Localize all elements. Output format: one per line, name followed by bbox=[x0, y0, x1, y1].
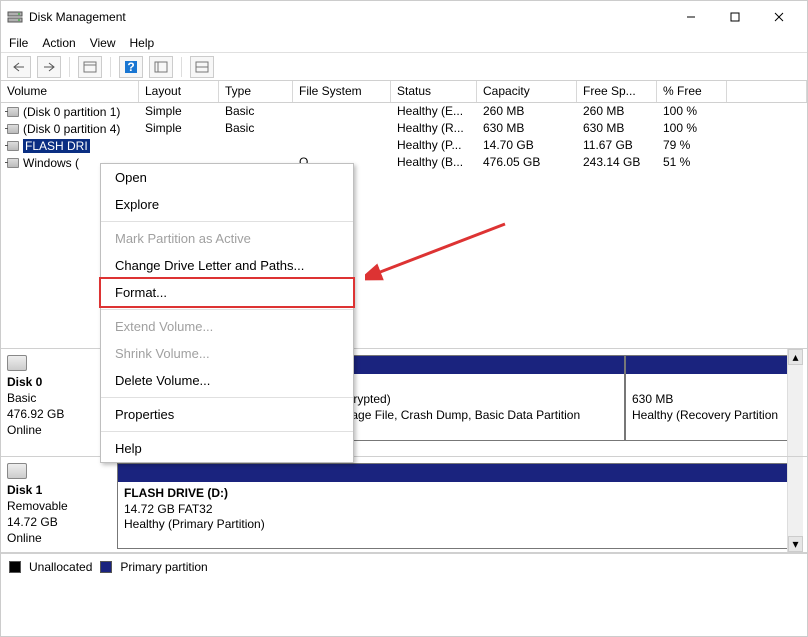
col-filesystem[interactable]: File System bbox=[293, 81, 391, 102]
ctx-delete[interactable]: Delete Volume... bbox=[101, 367, 353, 394]
scrollbar[interactable]: ▾ bbox=[787, 457, 803, 552]
context-menu: Open Explore Mark Partition as Active Ch… bbox=[100, 163, 354, 463]
volume-row-selected[interactable]: FLASH DRI Healthy (P... 14.70 GB 11.67 G… bbox=[1, 137, 807, 154]
menu-action[interactable]: Action bbox=[42, 36, 75, 50]
close-button[interactable] bbox=[757, 2, 801, 32]
annotation-arrow bbox=[365, 214, 515, 294]
col-type[interactable]: Type bbox=[219, 81, 293, 102]
legend: Unallocated Primary partition bbox=[1, 553, 807, 579]
window-controls bbox=[669, 2, 801, 32]
legend-label: Primary partition bbox=[120, 560, 207, 574]
scrollbar[interactable]: ▴ bbox=[787, 349, 803, 456]
partition-strip: FLASH DRIVE (D:) 14.72 GB FAT32 Healthy … bbox=[117, 463, 801, 552]
legend-label: Unallocated bbox=[29, 560, 92, 574]
col-capacity[interactable]: Capacity bbox=[477, 81, 577, 102]
volume-icon bbox=[7, 124, 19, 134]
volume-row[interactable]: (Disk 0 partition 1) Simple Basic Health… bbox=[1, 103, 807, 120]
col-spacer bbox=[727, 81, 807, 102]
ctx-properties[interactable]: Properties bbox=[101, 401, 353, 428]
menubar: File Action View Help bbox=[1, 33, 807, 53]
volume-icon bbox=[7, 107, 19, 117]
disk-icon bbox=[7, 355, 27, 371]
legend-swatch-unallocated bbox=[9, 561, 21, 573]
ctx-change-letter[interactable]: Change Drive Letter and Paths... bbox=[101, 252, 353, 279]
col-volume[interactable]: Volume bbox=[1, 81, 139, 102]
volume-icon bbox=[7, 141, 19, 151]
disk-info: Disk 1 Removable 14.72 GB Online bbox=[7, 463, 111, 552]
disk-row-1: Disk 1 Removable 14.72 GB Online FLASH D… bbox=[1, 457, 807, 553]
window-title: Disk Management bbox=[29, 10, 669, 24]
tb-icon-3[interactable] bbox=[190, 56, 214, 78]
ctx-format[interactable]: Format... bbox=[99, 277, 355, 308]
ctx-explore[interactable]: Explore bbox=[101, 191, 353, 218]
menu-view[interactable]: View bbox=[90, 36, 116, 50]
partition-block[interactable]: 630 MBHealthy (Recovery Partition bbox=[625, 355, 801, 441]
col-layout[interactable]: Layout bbox=[139, 81, 219, 102]
scroll-down-icon[interactable]: ▾ bbox=[788, 536, 803, 552]
legend-swatch-primary bbox=[100, 561, 112, 573]
col-pctfree[interactable]: % Free bbox=[657, 81, 727, 102]
menu-help[interactable]: Help bbox=[130, 36, 155, 50]
maximize-button[interactable] bbox=[713, 2, 757, 32]
ctx-shrink: Shrink Volume... bbox=[101, 340, 353, 367]
back-button[interactable] bbox=[7, 56, 31, 78]
tb-icon-2[interactable] bbox=[149, 56, 173, 78]
ctx-extend: Extend Volume... bbox=[101, 313, 353, 340]
disk-icon bbox=[7, 463, 27, 479]
tb-icon-1[interactable] bbox=[78, 56, 102, 78]
minimize-button[interactable] bbox=[669, 2, 713, 32]
volume-icon bbox=[7, 158, 19, 168]
titlebar: Disk Management bbox=[1, 1, 807, 33]
volume-list-header: Volume Layout Type File System Status Ca… bbox=[1, 81, 807, 103]
scroll-up-icon[interactable]: ▴ bbox=[788, 349, 803, 365]
ctx-mark-active: Mark Partition as Active bbox=[101, 225, 353, 252]
ctx-open[interactable]: Open bbox=[101, 164, 353, 191]
disk-info: Disk 0 Basic 476.92 GB Online bbox=[7, 355, 111, 456]
svg-text:?: ? bbox=[127, 60, 134, 74]
toolbar: ? bbox=[1, 53, 807, 81]
menu-file[interactable]: File bbox=[9, 36, 28, 50]
app-icon bbox=[7, 9, 23, 25]
forward-button[interactable] bbox=[37, 56, 61, 78]
partition-block-selected[interactable]: FLASH DRIVE (D:) 14.72 GB FAT32 Healthy … bbox=[117, 463, 801, 549]
col-free[interactable]: Free Sp... bbox=[577, 81, 657, 102]
volume-row[interactable]: (Disk 0 partition 4) Simple Basic Health… bbox=[1, 120, 807, 137]
ctx-help[interactable]: Help bbox=[101, 435, 353, 462]
help-icon[interactable]: ? bbox=[119, 56, 143, 78]
col-status[interactable]: Status bbox=[391, 81, 477, 102]
